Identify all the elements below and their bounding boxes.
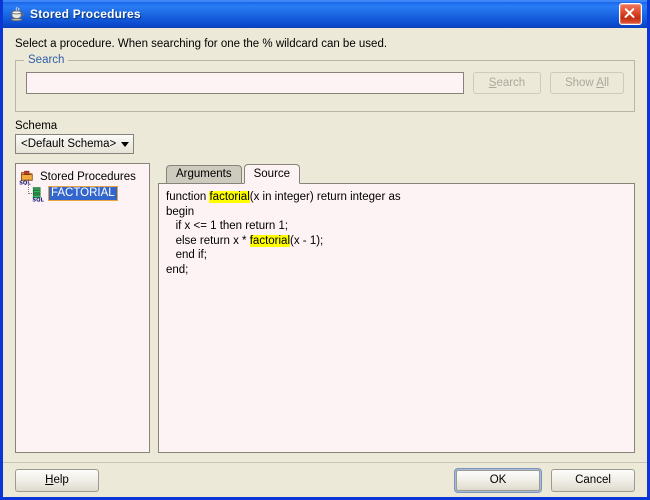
source-token: (x - 1); bbox=[290, 234, 324, 247]
ok-button-focus-ring: OK bbox=[454, 467, 542, 493]
procedure-sql-icon: SQL bbox=[29, 186, 45, 203]
source-token: if x <= 1 then return 1; bbox=[166, 220, 289, 232]
dialog-body: Select a procedure. When searching for o… bbox=[3, 28, 647, 497]
details-panel: Arguments Source function factorial(x in… bbox=[158, 163, 635, 453]
search-button[interactable]: Search bbox=[473, 72, 541, 94]
source-line: end if; bbox=[166, 248, 627, 263]
svg-text:SQL: SQL bbox=[32, 197, 44, 202]
source-token: begin bbox=[166, 205, 195, 218]
search-button-rest: earch bbox=[496, 77, 526, 89]
cancel-button[interactable]: Cancel bbox=[551, 468, 635, 492]
schema-label: Schema bbox=[15, 120, 58, 132]
source-highlight-token: factorial bbox=[249, 234, 291, 247]
source-token: end; bbox=[166, 263, 189, 276]
source-token: end if; bbox=[166, 249, 207, 261]
java-coffee-cup-icon bbox=[9, 6, 25, 22]
schema-selected-value: <Default Schema> bbox=[21, 138, 117, 150]
dialog-window: Stored Procedures Select a procedure. Wh… bbox=[0, 0, 650, 500]
source-line: end; bbox=[166, 263, 627, 278]
tab-strip: Arguments Source bbox=[158, 163, 635, 184]
close-icon[interactable] bbox=[619, 3, 642, 25]
source-line: begin bbox=[166, 205, 627, 220]
search-input[interactable] bbox=[26, 72, 464, 94]
source-line: function factorial(x in integer) return … bbox=[166, 190, 627, 205]
help-button[interactable]: Help bbox=[15, 468, 99, 492]
source-code-view[interactable]: function factorial(x in integer) return … bbox=[162, 187, 631, 449]
main-split: SQL Stored Procedures SQL FACTORIAL Argu… bbox=[15, 163, 635, 453]
source-token: (x in integer) return integer as bbox=[249, 191, 401, 203]
tab-arguments[interactable]: Arguments bbox=[166, 165, 242, 183]
footer-button-bar: Help OK Cancel bbox=[3, 463, 647, 497]
show-all-prefix: Show bbox=[564, 77, 597, 89]
stored-procedures-tree[interactable]: SQL Stored Procedures SQL FACTORIAL bbox=[15, 163, 150, 453]
show-all-button[interactable]: Show All bbox=[550, 72, 624, 94]
tree-item-factorial[interactable]: SQL FACTORIAL bbox=[28, 179, 146, 203]
instruction-text: Select a procedure. When searching for o… bbox=[15, 38, 388, 50]
title-bar: Stored Procedures bbox=[3, 0, 647, 28]
window-title: Stored Procedures bbox=[30, 7, 141, 21]
search-row: Search Show All bbox=[26, 72, 624, 94]
tab-content-source: function factorial(x in integer) return … bbox=[158, 183, 635, 453]
show-all-mnemonic: A bbox=[596, 77, 604, 89]
tree-item-factorial-label: FACTORIAL bbox=[48, 186, 118, 201]
help-rest: elp bbox=[53, 474, 69, 486]
source-highlight-token: factorial bbox=[209, 191, 250, 203]
schema-select[interactable]: <Default Schema> bbox=[15, 134, 134, 154]
source-line: if x <= 1 then return 1; bbox=[166, 219, 627, 234]
tree-root-label: Stored Procedures bbox=[40, 170, 136, 183]
search-group-label: Search bbox=[24, 54, 69, 66]
search-group-box: Search Search Show All bbox=[15, 54, 635, 112]
show-all-rest: ll bbox=[603, 77, 610, 89]
ok-button[interactable]: OK bbox=[456, 469, 540, 491]
source-token: else return x * bbox=[166, 234, 250, 247]
chevron-down-icon bbox=[121, 141, 129, 147]
source-line: else return x * factorial(x - 1); bbox=[166, 234, 627, 249]
tree-root-node[interactable]: SQL Stored Procedures bbox=[19, 168, 146, 186]
tab-source[interactable]: Source bbox=[243, 164, 301, 184]
source-token: function bbox=[166, 191, 210, 203]
schema-block: Schema <Default Schema> bbox=[15, 120, 635, 154]
